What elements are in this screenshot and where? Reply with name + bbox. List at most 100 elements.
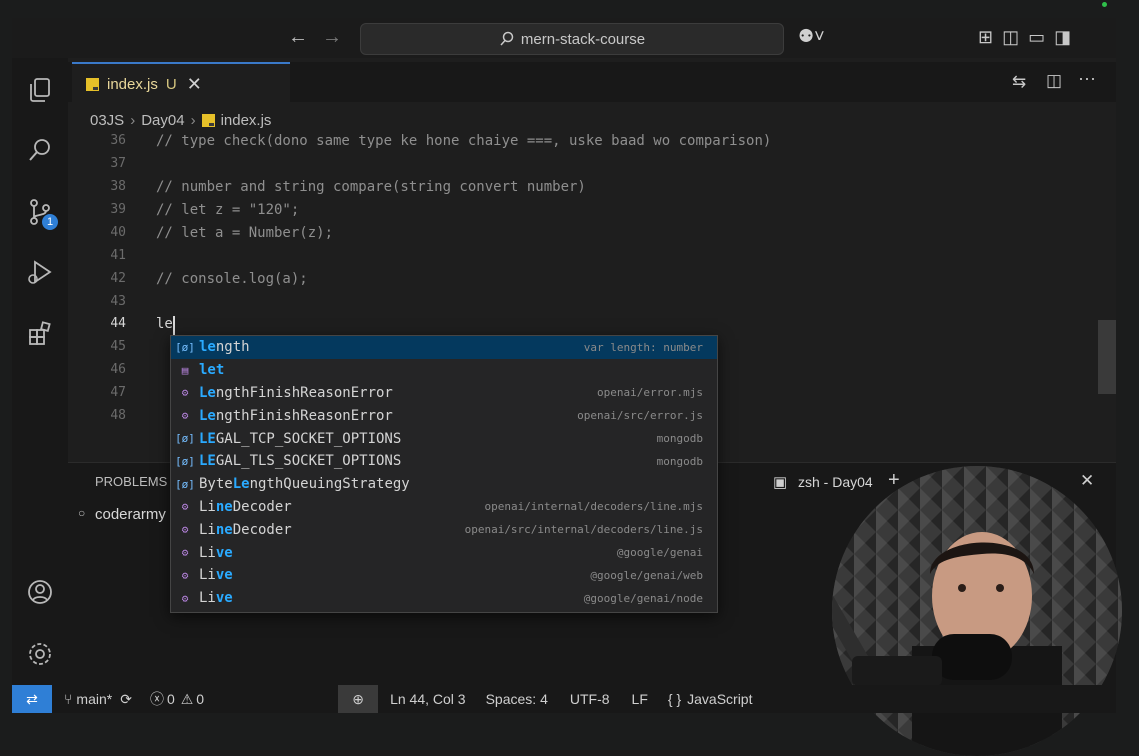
- variable-icon: [ø]: [175, 340, 195, 354]
- tab-index-js[interactable]: index.js U ✕: [72, 62, 290, 104]
- status-bar: ⇄ ⑂ main* ⟳ ⓧ 0 ⚠ 0 ⊕ Ln 44, Col 3 Space…: [12, 685, 1116, 713]
- green-dot-icon: [1102, 2, 1107, 7]
- language-icon: { }: [667, 691, 682, 707]
- line-number: 45: [110, 339, 126, 354]
- line-number: 42: [110, 271, 126, 286]
- command-center-search[interactable]: mern-stack-course: [360, 23, 784, 55]
- suggestion-label-prefix: Li: [199, 521, 216, 538]
- suggestion-label-prefix: Byte: [199, 476, 233, 493]
- code-line: 42 // console.log(a);: [68, 271, 1116, 291]
- suggestion-label-match: ve: [215, 544, 233, 561]
- zoom-indicator[interactable]: ⊕: [338, 685, 379, 713]
- javascript-file-icon: [201, 113, 215, 127]
- suggestion-item[interactable]: [ø] LEGAL_TCP_SOCKET_OPTIONS mongodb: [171, 427, 717, 450]
- terminal-icon: ▣: [773, 474, 788, 491]
- suggestion-label-prefix: Li: [199, 498, 216, 515]
- class-icon: ⚙: [181, 523, 189, 537]
- search-sidebar-icon[interactable]: [22, 132, 58, 168]
- code-line: 38 // number and string compare(string c…: [68, 179, 1116, 199]
- suggestion-label-rest: ngthFinishReasonError: [215, 384, 393, 401]
- end-of-line[interactable]: LF: [632, 691, 648, 707]
- suggestion-item[interactable]: ⚙ Live @google/genai/node: [171, 587, 717, 610]
- line-number: 37: [110, 156, 126, 171]
- suggestion-label-prefix: Li: [199, 567, 216, 584]
- extensions-icon[interactable]: [22, 316, 58, 352]
- error-icon: ⓧ: [149, 691, 164, 707]
- encoding[interactable]: UTF-8: [570, 691, 610, 707]
- line-number: 41: [110, 248, 126, 263]
- settings-gear-icon[interactable]: [22, 636, 58, 672]
- remote-indicator[interactable]: ⇄: [12, 685, 52, 713]
- back-arrow-icon[interactable]: ←: [288, 26, 308, 49]
- code-line: 40 // let a = Number(z);: [68, 225, 1116, 245]
- suggestion-label-rest: Decoder: [232, 498, 292, 515]
- copilot-icon[interactable]: ⚉˅: [798, 26, 825, 47]
- breadcrumb-item[interactable]: 03JS: [90, 112, 124, 129]
- suggestion-item[interactable]: ⚙ Live @google/genai/web: [171, 564, 717, 587]
- line-text: // number and string compare(string conv…: [156, 179, 586, 195]
- layout-controls-icon[interactable]: ⊞◫▭◨: [978, 27, 1080, 48]
- line-number: 46: [110, 362, 126, 377]
- suggestion-detail: openai/src/internal/decoders/line.js: [464, 523, 703, 537]
- variable-icon: [ø]: [175, 432, 195, 446]
- line-text: // console.log(a);: [156, 271, 308, 287]
- breadcrumb-item[interactable]: Day04: [141, 112, 184, 129]
- line-number: 40: [110, 225, 126, 240]
- close-icon[interactable]: ✕: [187, 74, 202, 95]
- suggestion-item[interactable]: ▤ let: [171, 359, 717, 382]
- language-mode[interactable]: JavaScript: [687, 691, 752, 707]
- suggestion-label-match: ne: [215, 521, 233, 538]
- suggestion-label: LEGAL_TCP_SOCKET_OPTIONS: [199, 431, 401, 447]
- suggestion-item[interactable]: ⚙ LengthFinishReasonError openai/src/error…: [171, 404, 717, 427]
- suggestion-item[interactable]: ⚙ LengthFinishReasonError openai/error.mjs: [171, 382, 717, 405]
- suggestion-label: LEGAL_TLS_SOCKET_OPTIONS: [199, 453, 401, 469]
- compare-changes-icon[interactable]: ⇆: [1012, 72, 1026, 92]
- indentation[interactable]: Spaces: 4: [486, 691, 548, 707]
- account-icon[interactable]: [22, 574, 58, 610]
- more-actions-icon[interactable]: ···: [1078, 68, 1096, 89]
- suggestion-label: LineDecoder: [199, 499, 292, 515]
- suggestion-item[interactable]: ⚙ Live @google/genai: [171, 541, 717, 564]
- suggestion-item[interactable]: ⚙ LineDecoder openai/src/internal/decoders…: [171, 518, 717, 541]
- line-number: 43: [110, 294, 126, 309]
- explorer-icon[interactable]: [22, 72, 58, 108]
- close-panel-icon[interactable]: ✕: [1080, 471, 1094, 491]
- suggestion-item[interactable]: [ø] LEGAL_TLS_SOCKET_OPTIONS mongodb: [171, 450, 717, 473]
- suggestion-label-prefix: Li: [199, 590, 216, 607]
- terminal-tab-label[interactable]: zsh - Day04: [798, 474, 873, 490]
- editor-scrollbar-thumb[interactable]: [1098, 320, 1116, 394]
- split-editor-icon[interactable]: ◫: [1046, 71, 1062, 91]
- breadcrumb-item[interactable]: index.js: [221, 112, 272, 129]
- suggestion-detail: @google/genai: [616, 546, 703, 560]
- branch-icon: ⑂: [64, 691, 73, 707]
- warning-count[interactable]: 0: [196, 691, 204, 707]
- suggestion-label-match: LE: [199, 453, 216, 470]
- run-debug-icon[interactable]: [22, 254, 58, 290]
- suggestion-item[interactable]: ⚙ LineDecoder openai/internal/decoders/lin…: [171, 496, 717, 519]
- code-line: 37: [68, 156, 1116, 176]
- line-number: 36: [110, 133, 126, 148]
- tab-filename: index.js: [107, 75, 158, 93]
- suggestion-label-match: Le: [232, 476, 250, 493]
- suggestion-item[interactable]: [ø] length var length: number: [171, 336, 717, 359]
- sync-icon[interactable]: ⟳: [120, 691, 132, 708]
- suggestion-label: LineDecoder: [199, 522, 292, 538]
- source-control-icon[interactable]: 1: [22, 194, 58, 230]
- error-count[interactable]: 0: [167, 691, 175, 707]
- chevron-right-icon: ›: [130, 111, 136, 129]
- line-number: 47: [110, 385, 126, 400]
- suggestion-label: length: [199, 339, 250, 355]
- suggestion-label-rest: ngthFinishReasonError: [215, 407, 393, 424]
- cursor-position[interactable]: Ln 44, Col 3: [390, 691, 466, 707]
- class-icon: ⚙: [181, 568, 189, 582]
- suggestion-item[interactable]: [ø] ByteLengthQueuingStrategy: [171, 473, 717, 496]
- branch-name[interactable]: main*: [76, 691, 112, 707]
- suggestion-label: Live: [199, 590, 233, 606]
- suggestion-label-prefix: Li: [199, 544, 216, 561]
- suggestion-label-match: le: [199, 339, 216, 356]
- autocomplete-suggestions: [ø] length var length: number ▤ let ⚙ LengthFi…: [170, 335, 718, 613]
- forward-arrow-icon[interactable]: →: [322, 26, 342, 49]
- class-icon: ⚙: [181, 500, 189, 514]
- tab-problems[interactable]: PROBLEMS: [95, 474, 167, 489]
- remote-icon: ⇄: [26, 690, 38, 707]
